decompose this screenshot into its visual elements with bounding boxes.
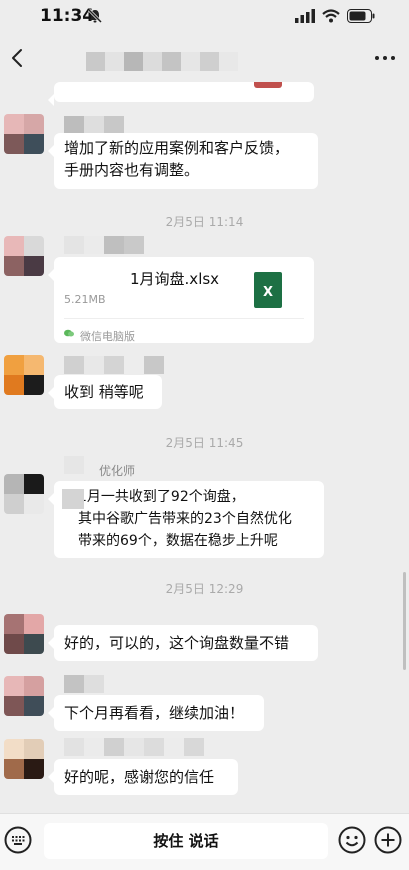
plus-icon[interactable] bbox=[374, 826, 402, 854]
sender-name-blurred bbox=[64, 236, 144, 254]
wifi-icon bbox=[322, 9, 340, 23]
emoji-icon[interactable] bbox=[338, 826, 366, 854]
battery-icon bbox=[347, 9, 375, 23]
sender-name-blurred bbox=[64, 675, 104, 693]
file-source: 微信电脑版 bbox=[80, 330, 135, 343]
mute-bell-icon bbox=[87, 8, 103, 24]
avatar[interactable] bbox=[4, 236, 44, 276]
file-message-card[interactable]: 1月询盘.xlsx 5.21MB X 微信电脑版 bbox=[48, 257, 314, 343]
avatar[interactable] bbox=[4, 614, 44, 654]
message-bubble[interactable]: 好的呢，感谢您的信任 bbox=[48, 759, 238, 795]
message-bubble[interactable]: 收到 稍等呢 bbox=[48, 375, 162, 409]
chat-title-blurred bbox=[86, 52, 238, 71]
message-bubble[interactable]: 下个月再看看，继续加油！ bbox=[48, 695, 264, 731]
sender-name-blurred bbox=[64, 356, 164, 374]
sender-name-blurred bbox=[64, 456, 84, 474]
file-size: 5.21MB bbox=[64, 293, 106, 306]
avatar[interactable] bbox=[4, 355, 44, 395]
file-name: 1月询盘.xlsx bbox=[130, 270, 220, 288]
timestamp: 2月5日 11:45 bbox=[165, 436, 244, 450]
avatar[interactable] bbox=[4, 474, 44, 514]
message-text: ，1月一共收到了92个询盘， 其中谷歌广告带来的23个自然优化 带来的69个，数… bbox=[64, 489, 292, 549]
blurred-text-fragment bbox=[62, 489, 84, 509]
avatar[interactable] bbox=[4, 676, 44, 716]
back-chevron-icon[interactable] bbox=[6, 44, 30, 72]
scrollbar-thumb[interactable] bbox=[403, 572, 406, 670]
signal-icon bbox=[295, 9, 315, 23]
nav-bar bbox=[0, 34, 409, 82]
avatar[interactable] bbox=[4, 114, 44, 154]
wechat-pc-icon bbox=[64, 329, 74, 337]
sender-name-fragment: 优化师 bbox=[99, 464, 136, 478]
message-bubble[interactable]: ，1月一共收到了92个询盘， 其中谷歌广告带来的23个自然优化 带来的69个，数… bbox=[48, 481, 324, 558]
message-bubble[interactable]: 好的，可以的，这个询盘数量不错 bbox=[48, 625, 318, 661]
excel-letter: X bbox=[262, 285, 274, 300]
sender-name-blurred bbox=[64, 116, 124, 134]
message-bubble[interactable]: 增加了新的应用案例和客户反馈， 手册内容也有调整。 bbox=[48, 133, 318, 189]
timestamp: 2月5日 11:14 bbox=[165, 215, 244, 229]
input-bar: 按住 说话 bbox=[0, 813, 409, 870]
more-options-icon[interactable] bbox=[375, 56, 395, 60]
avatar[interactable] bbox=[4, 739, 44, 779]
timestamp: 2月5日 12:29 bbox=[165, 582, 244, 596]
sender-name-blurred bbox=[64, 738, 204, 756]
excel-file-icon: X bbox=[254, 272, 282, 308]
previous-message-bubble bbox=[48, 82, 314, 106]
status-time: 11:34 bbox=[40, 6, 95, 26]
hold-to-talk-button[interactable]: 按住 说话 bbox=[44, 823, 328, 859]
status-bar: 11:34 bbox=[0, 0, 409, 34]
keyboard-icon[interactable] bbox=[4, 826, 32, 854]
